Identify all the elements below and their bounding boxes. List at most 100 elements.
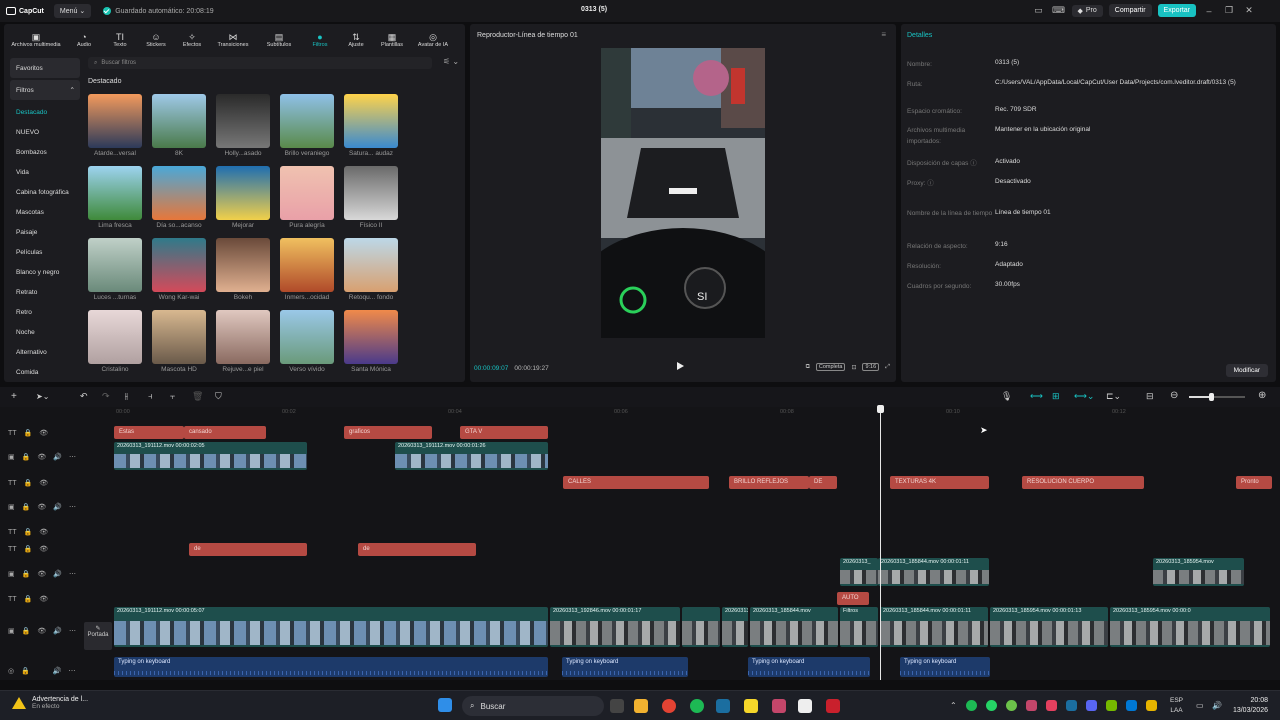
lock-icon[interactable]: 🔒 [22, 627, 31, 635]
video-clip[interactable]: 20260313_191112.mov 00:00:02:05 [114, 442, 307, 470]
tray-discord-icon[interactable] [1086, 700, 1097, 711]
app-icon[interactable] [772, 699, 786, 713]
cover-button[interactable]: ✎ Portada [84, 622, 112, 650]
speaker-icon[interactable]: 🔊 [53, 570, 62, 578]
audio-clip[interactable]: Typing on keyboard [900, 657, 990, 677]
speaker-icon[interactable]: 🔊 [53, 453, 62, 461]
filter-thumbnail[interactable] [216, 94, 270, 148]
lock-icon[interactable]: 🔒 [22, 570, 31, 578]
split-right-icon[interactable]: ⫟ [170, 391, 175, 402]
redo-icon[interactable]: ↷ [102, 391, 110, 402]
tray-bluetooth-icon[interactable] [1126, 700, 1137, 711]
sort-filter-icon[interactable]: ⚟ ⌄ [443, 57, 459, 66]
text-clip[interactable]: RESOLUCION CUERPO [1022, 476, 1144, 489]
video-clip[interactable]: Filtros [840, 607, 878, 647]
tab-ai-avatar[interactable]: ◎ Avatar de IA [410, 26, 456, 49]
preview-axis-icon[interactable]: ⊏⌄ [1106, 391, 1121, 402]
filter-thumbnail[interactable] [344, 94, 398, 148]
zoom-slider[interactable] [1189, 393, 1245, 401]
linkage-icon[interactable]: ⟷⌄ [1074, 391, 1094, 402]
tab-effects[interactable]: ✧ Efectos [174, 26, 210, 49]
speaker-icon[interactable]: 🔊 [53, 627, 62, 635]
tab-text[interactable]: TI Texto [102, 26, 138, 49]
fit-icon[interactable]: ⊟ [1146, 391, 1154, 402]
tray-steam-icon[interactable] [1066, 700, 1077, 711]
tab-templates[interactable]: ▦ Plantillas [374, 26, 410, 49]
capcut-taskbar-icon[interactable] [798, 699, 812, 713]
filter-thumbnail[interactable] [216, 238, 270, 292]
acrobat-icon[interactable] [826, 699, 840, 713]
eye-icon[interactable]: 👁 [37, 453, 46, 461]
category-bombs[interactable]: Bombazos [10, 142, 80, 162]
more-icon[interactable]: ⋯ [69, 667, 76, 675]
tray-whatsapp-icon[interactable] [986, 700, 997, 711]
more-icon[interactable]: ⋯ [69, 570, 76, 578]
shield-icon[interactable]: ⛉ [215, 391, 222, 402]
video-clip[interactable]: 20260313_185954.mov [1153, 558, 1244, 586]
category-landscape[interactable]: Paisaje [10, 222, 80, 242]
category-pets[interactable]: Mascotas [10, 202, 80, 222]
menu-button[interactable]: Menú ⌄ [53, 4, 92, 18]
lock-icon[interactable]: 🔒 [21, 667, 30, 675]
undo-icon[interactable]: ↶ [80, 391, 88, 402]
spotify-icon[interactable] [690, 699, 704, 713]
layout-icon[interactable]: ▭ [1032, 5, 1046, 16]
category-food[interactable]: Comida [10, 362, 80, 382]
eye-icon[interactable]: 👁 [37, 627, 46, 635]
modify-button[interactable]: Modificar [1225, 364, 1268, 377]
text-clip[interactable]: de [189, 543, 307, 556]
video-clip[interactable] [682, 607, 720, 647]
audio-clip[interactable]: Typing on keyboard [114, 657, 548, 677]
play-button[interactable] [677, 362, 684, 370]
filter-thumbnail[interactable] [280, 166, 334, 220]
tray-nvidia-icon[interactable] [1106, 700, 1117, 711]
text-clip[interactable]: Pronto [1236, 476, 1272, 489]
filter-thumbnail[interactable] [88, 310, 142, 364]
info-icon[interactable]: ⓘ [927, 180, 934, 187]
video-clip[interactable]: 20260313_192846.mov 00:00:01:17 [550, 607, 680, 647]
network-icon[interactable]: ▭ [1196, 701, 1204, 710]
tray-spotify-icon[interactable] [966, 700, 977, 711]
tab-transitions[interactable]: ⋈ Transiciones [210, 26, 256, 49]
category-night[interactable]: Noche [10, 322, 80, 342]
eye-icon[interactable]: 👁 [37, 570, 46, 578]
text-clip[interactable]: AUTO [837, 592, 869, 605]
playhead[interactable] [880, 405, 881, 680]
steam-icon[interactable] [716, 699, 730, 713]
lock-icon[interactable]: 🔒 [24, 479, 33, 487]
volume-icon[interactable]: 🔊 [1212, 701, 1222, 710]
video-clip[interactable]: 20260313_185954.mov 00:00:01:13 [990, 607, 1108, 647]
lock-icon[interactable]: 🔒 [24, 429, 33, 437]
eye-icon[interactable]: 👁 [37, 503, 46, 511]
text-clip[interactable]: graficos [344, 426, 432, 439]
info-icon[interactable]: ⓘ [970, 160, 977, 167]
snapshot-icon[interactable]: ⊡ [851, 364, 856, 371]
magnet-icon[interactable]: ⊞ [1052, 391, 1060, 402]
video-clip[interactable]: 20260313_185844.mov 00:00:01:11 [878, 558, 989, 586]
tray-app-icon[interactable] [1026, 700, 1037, 711]
text-clip[interactable]: Estas [114, 426, 184, 439]
eye-icon[interactable]: 👁 [39, 479, 48, 487]
playhead-handle[interactable] [877, 405, 884, 413]
lock-icon[interactable]: 🔒 [24, 595, 33, 603]
chrome-icon[interactable] [662, 699, 676, 713]
task-view-icon[interactable] [610, 699, 624, 713]
tab-audio[interactable]: ◔ Audio [66, 26, 102, 49]
add-icon[interactable]: + [11, 391, 17, 402]
ratio-button[interactable]: 9:16 [862, 363, 880, 371]
audio-clip[interactable]: Typing on keyboard [562, 657, 688, 677]
tray-instagram-icon[interactable] [1046, 700, 1057, 711]
eye-icon[interactable]: 👁 [39, 595, 48, 603]
language-indicator[interactable]: ESP LAA [1170, 696, 1183, 716]
filter-thumbnail[interactable] [88, 94, 142, 148]
more-icon[interactable]: ⋯ [69, 453, 76, 461]
zoom-slider-handle[interactable] [1209, 393, 1214, 401]
zoom-out-icon[interactable]: ⊖ [1170, 390, 1178, 401]
crop-icon[interactable]: ⧉ [806, 364, 810, 371]
category-alternative[interactable]: Alternativo [10, 342, 80, 362]
share-button[interactable]: Compartir [1108, 4, 1152, 17]
video-clip[interactable]: 20260313_185954.mov 00:00:0 [1110, 607, 1270, 647]
category-life[interactable]: Vida [10, 162, 80, 182]
video-clip[interactable]: 20260313 [722, 607, 748, 647]
fullscreen-icon[interactable]: ⤢ [885, 364, 890, 371]
